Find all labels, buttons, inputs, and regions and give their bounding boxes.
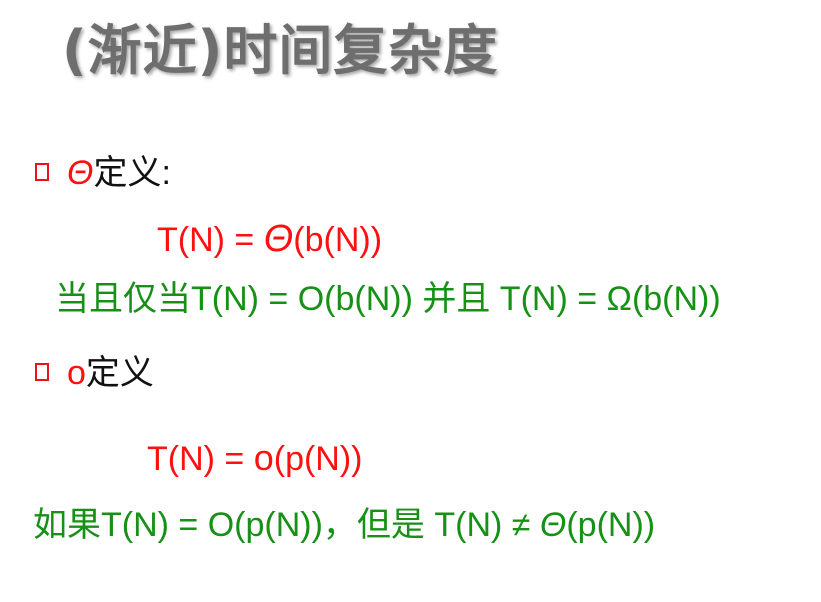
o-formula-suffix: (p(N)) bbox=[273, 440, 363, 478]
o-condition-cjk-1: 如果 bbox=[33, 505, 101, 545]
theta-definition-heading: Θ定义: bbox=[35, 153, 171, 193]
theta-symbol: Θ bbox=[67, 154, 94, 192]
bullet-box-icon bbox=[35, 363, 49, 382]
o-definition-heading: o定义 bbox=[35, 353, 154, 393]
bullet-box-icon bbox=[35, 163, 49, 182]
o-formula: T(N) = o(p(N)) bbox=[147, 438, 363, 479]
theta-formula-symbol: Θ bbox=[263, 218, 294, 260]
theta-condition: 当且仅当T(N) = O(b(N)) 并且 T(N) = Ω(b(N)) bbox=[55, 279, 721, 319]
theta-definition-label: 定义 bbox=[93, 153, 162, 193]
theta-definition-colon: : bbox=[161, 154, 171, 192]
theta-condition-cjk-1: 当且仅当 bbox=[55, 279, 191, 319]
o-condition-symbol: Θ bbox=[539, 506, 567, 544]
theta-formula-prefix: T(N) = bbox=[157, 221, 264, 259]
o-condition-cjk-2: ，但是 bbox=[322, 505, 425, 545]
o-definition-label: 定义 bbox=[85, 353, 154, 393]
theta-formula-suffix: (b(N)) bbox=[293, 221, 383, 259]
o-condition-part-1: T(N) = O(p(N)) bbox=[101, 506, 323, 544]
theta-formula: T(N) = Θ(b(N)) bbox=[157, 219, 382, 260]
o-condition-part-3: (p(N)) bbox=[566, 506, 656, 544]
o-condition-part-2: T(N) ≠ bbox=[424, 506, 540, 544]
o-condition: 如果T(N) = O(p(N))，但是 T(N) ≠ Θ(p(N)) bbox=[33, 505, 655, 545]
theta-condition-part-1: T(N) = O(b(N)) bbox=[191, 280, 423, 318]
theta-condition-cjk-2: 并且 bbox=[422, 279, 491, 319]
o-symbol: o bbox=[67, 354, 86, 392]
o-formula-symbol: o bbox=[253, 437, 274, 478]
o-formula-prefix: T(N) = bbox=[147, 440, 254, 478]
theta-condition-part-2: T(N) = Ω(b(N)) bbox=[490, 280, 721, 318]
slide-title: (渐近)时间复杂度 bbox=[62, 19, 499, 82]
